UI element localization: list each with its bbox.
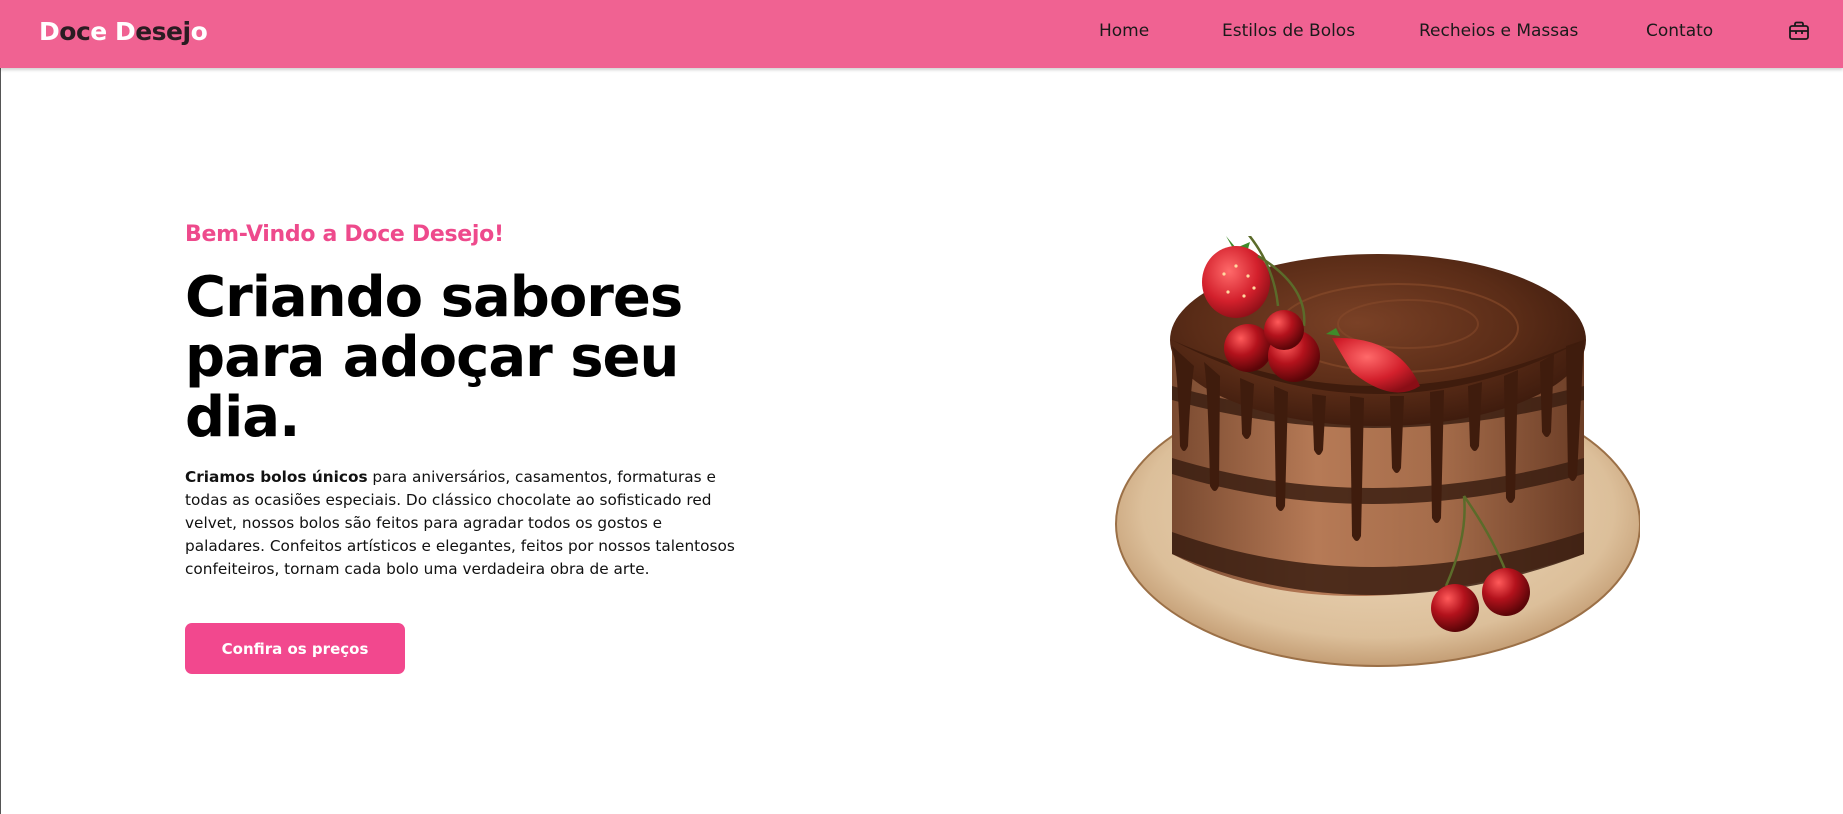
check-prices-button[interactable]: Confira os preços (185, 623, 405, 674)
logo-part: D (39, 17, 60, 46)
cake-image (1115, 236, 1640, 667)
welcome-subtitle: Bem-Vindo a Doce Desejo! (185, 222, 504, 247)
nav-link-estilos-de-bolos[interactable]: Estilos de Bolos (1222, 21, 1355, 41)
logo-part: o (190, 17, 208, 46)
logo-part: e (90, 17, 107, 46)
hero-description: Criamos bolos únicos para aniversários, … (185, 466, 745, 581)
logo-part: D (114, 17, 136, 46)
logo-part: oc (59, 17, 91, 46)
logo-part: esej (135, 17, 191, 46)
nav-link-home[interactable]: Home (1099, 21, 1149, 41)
brand-logo[interactable]: Doce Desejo (39, 17, 208, 47)
logo-part (107, 17, 115, 46)
hero-text: Bem-Vindo a Doce Desejo! Criando sabores… (185, 218, 765, 581)
nav-link-contato[interactable]: Contato (1646, 21, 1713, 41)
navbar: Doce Desejo Home Estilos de Bolos Rechei… (0, 0, 1843, 68)
shopping-bag-icon[interactable] (1788, 20, 1810, 42)
hero-headline: Criando sabores para adoçar seu dia. (185, 265, 683, 450)
description-bold: Criamos bolos únicos (185, 468, 368, 486)
nav-link-recheios-e-massas[interactable]: Recheios e Massas (1419, 21, 1578, 41)
